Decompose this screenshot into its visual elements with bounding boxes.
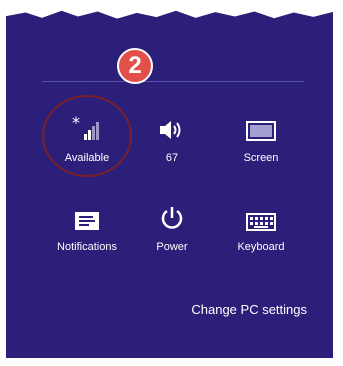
change-pc-settings-link[interactable]: Change PC settings	[191, 302, 307, 317]
keyboard-icon	[221, 201, 301, 231]
tile-screen[interactable]: Screen	[221, 112, 301, 164]
tile-network-label: Available	[64, 152, 110, 164]
network-signal-icon: *	[47, 112, 127, 142]
tile-screen-label: Screen	[243, 152, 279, 164]
tile-notifications[interactable]: Notifications	[47, 201, 127, 253]
tile-notifications-label: Notifications	[57, 241, 117, 253]
callout-number: 2	[128, 52, 142, 79]
tile-volume[interactable]: 67	[132, 112, 212, 164]
power-icon	[132, 201, 212, 231]
callout-badge: 2	[117, 48, 153, 84]
divider	[42, 81, 304, 82]
tile-power-label: Power	[156, 241, 188, 253]
tile-keyboard[interactable]: Keyboard	[221, 201, 301, 253]
svg-text:*: *	[72, 116, 80, 132]
screen-brightness-icon	[221, 112, 301, 142]
notifications-icon	[47, 201, 127, 231]
tile-keyboard-label: Keyboard	[237, 241, 285, 253]
tile-volume-label: 67	[165, 152, 179, 164]
tile-power[interactable]: Power	[132, 201, 212, 253]
volume-icon	[132, 112, 212, 142]
tile-network[interactable]: * Available	[47, 112, 127, 164]
